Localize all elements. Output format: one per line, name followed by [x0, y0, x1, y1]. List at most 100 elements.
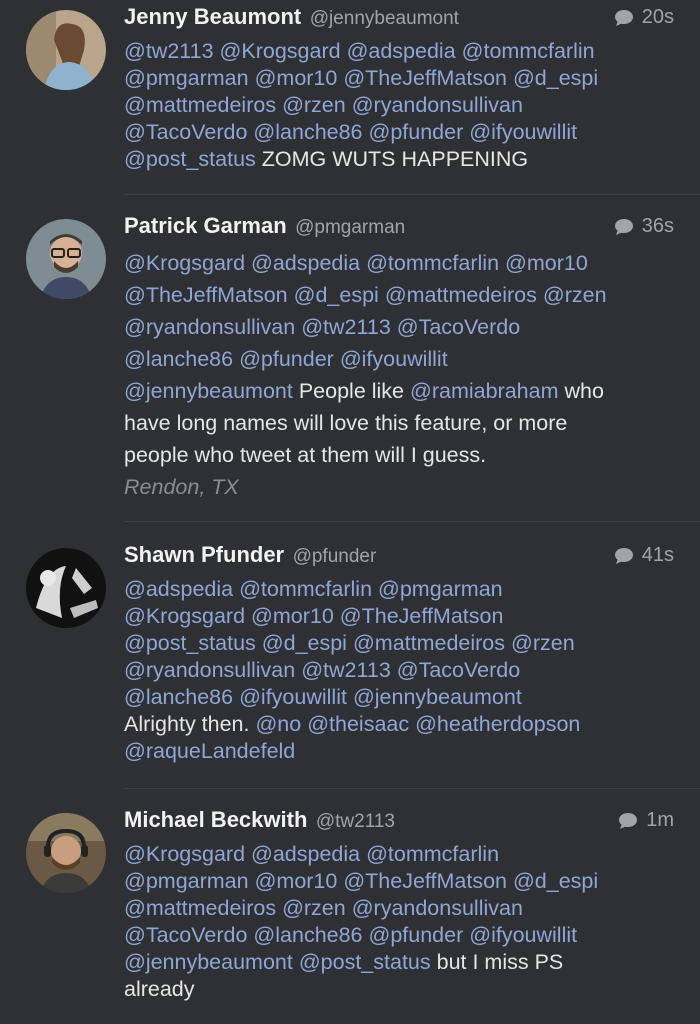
mention-link[interactable]: @adspedia: [347, 39, 456, 63]
mention-link[interactable]: @pmgarman: [124, 869, 249, 893]
mention-link[interactable]: @pmgarman: [124, 66, 249, 90]
tweet-meta: 41s: [614, 544, 674, 567]
mention-link[interactable]: @ryandonsullivan: [124, 658, 295, 682]
speech-bubble-icon: [619, 812, 638, 829]
mention-link[interactable]: @TheJeffMatson: [343, 66, 507, 90]
author-handle[interactable]: @pmgarman: [295, 217, 405, 238]
tweet[interactable]: Shawn Pfunder @pfunder 41s @adspedia @to…: [0, 522, 700, 788]
mention-link[interactable]: @ryandonsullivan: [352, 93, 523, 117]
mention-link[interactable]: @pfunder: [369, 923, 464, 947]
mention-link[interactable]: @mor10: [505, 251, 588, 275]
avatar[interactable]: [26, 219, 106, 299]
speech-bubble-icon: [614, 218, 633, 235]
mention-link[interactable]: @lanche86: [253, 120, 362, 144]
mention-link[interactable]: @lanche86: [253, 923, 362, 947]
author-handle[interactable]: @pfunder: [293, 546, 377, 567]
author-name[interactable]: Jenny Beaumont: [124, 4, 301, 29]
mention-link[interactable]: @tommcfarlin: [462, 39, 595, 63]
mention-link[interactable]: @post_status: [124, 147, 256, 171]
mention-link[interactable]: @heatherdopson: [415, 712, 580, 736]
tweet-body: @Krogsgard @adspedia @tommcfarlin @mor10…: [124, 247, 674, 471]
mention-link[interactable]: @mor10: [251, 604, 334, 628]
mention-link[interactable]: @pfunder: [369, 120, 464, 144]
tweet[interactable]: Jenny Beaumont @jennybeaumont 20s @tw211…: [0, 0, 700, 194]
mention-link[interactable]: @no: [255, 712, 301, 736]
mention-link[interactable]: @adspedia: [124, 577, 233, 601]
tweet-line: @jennybeaumont People like @ramiabraham …: [124, 375, 674, 407]
mention-link[interactable]: @TacoVerdo: [124, 923, 247, 947]
mention-link[interactable]: @rzen: [282, 896, 346, 920]
author-name[interactable]: Michael Beckwith: [124, 807, 307, 832]
author-handle[interactable]: @tw2113: [316, 811, 395, 832]
avatar[interactable]: [26, 10, 106, 90]
mention-link[interactable]: @Krogsgard: [124, 842, 245, 866]
mention-link[interactable]: @TacoVerdo: [124, 120, 247, 144]
mention-link[interactable]: @tommcfarlin: [366, 842, 499, 866]
tweet-line: have long names will love this feature, …: [124, 407, 674, 439]
mention-link[interactable]: @ryandonsullivan: [124, 315, 295, 339]
mention-link[interactable]: @TheJeffMatson: [343, 869, 507, 893]
mention-link[interactable]: @TacoVerdo: [397, 658, 520, 682]
mention-link[interactable]: @Krogsgard: [124, 251, 245, 275]
tweet-time: 20s: [641, 6, 674, 28]
mention-link[interactable]: @post_status: [124, 631, 256, 655]
mention-link[interactable]: @ifyouwillit: [469, 120, 577, 144]
mention-link[interactable]: @pfunder: [239, 347, 334, 371]
tweet-header: Jenny Beaumont @jennybeaumont 20s: [124, 4, 674, 38]
mention-link[interactable]: @Krogsgard: [124, 604, 245, 628]
mention-link[interactable]: @adspedia: [251, 251, 360, 275]
mention-link[interactable]: @adspedia: [251, 842, 360, 866]
tweet-line: @TacoVerdo @lanche86 @pfunder @ifyouwill…: [124, 922, 674, 949]
mention-link[interactable]: @lanche86: [124, 685, 233, 709]
mention-link[interactable]: @theisaac: [307, 712, 409, 736]
mention-link[interactable]: @d_espi: [513, 869, 598, 893]
mention-link[interactable]: @ifyouwillit: [469, 923, 577, 947]
tweet-line: @Krogsgard @mor10 @TheJeffMatson: [124, 603, 674, 630]
mention-link[interactable]: @pmgarman: [378, 577, 503, 601]
tweet-location[interactable]: Rendon, TX: [124, 471, 674, 503]
mention-link[interactable]: @jennybeaumont: [353, 685, 522, 709]
mention-link[interactable]: @raqueLandefeld: [124, 739, 295, 763]
mention-link[interactable]: @ifyouwillit: [340, 347, 448, 371]
mention-link[interactable]: @mor10: [255, 869, 338, 893]
mention-link[interactable]: @ryandonsullivan: [352, 896, 523, 920]
tweet-meta: 36s: [614, 215, 674, 238]
mention-link[interactable]: @lanche86: [124, 347, 233, 371]
mention-link[interactable]: @d_espi: [262, 631, 347, 655]
mention-link[interactable]: @d_espi: [513, 66, 598, 90]
mention-link[interactable]: @TheJeffMatson: [124, 283, 288, 307]
mention-link[interactable]: @jennybeaumont: [124, 950, 293, 974]
mention-link[interactable]: @tw2113: [301, 658, 391, 682]
tweet-header: Michael Beckwith @tw2113 1m: [124, 807, 674, 841]
mention-link[interactable]: @mattmedeiros: [124, 896, 276, 920]
mention-link[interactable]: @tommcfarlin: [239, 577, 372, 601]
mention-link[interactable]: @TacoVerdo: [397, 315, 520, 339]
tweet-text: have long names will love this feature, …: [124, 411, 568, 435]
tweet-text: who: [558, 379, 604, 403]
avatar[interactable]: [26, 813, 106, 893]
mention-link[interactable]: @rzen: [543, 283, 607, 307]
mention-link[interactable]: @mattmedeiros: [124, 93, 276, 117]
mention-link[interactable]: @rzen: [282, 93, 346, 117]
mention-link[interactable]: @jennybeaumont: [124, 379, 293, 403]
mention-link[interactable]: @ramiabraham: [410, 379, 558, 403]
tweet[interactable]: Michael Beckwith @tw2113 1m @Krogsgard @…: [0, 789, 700, 1024]
tweet-line: @raqueLandefeld: [124, 738, 674, 765]
mention-link[interactable]: @TheJeffMatson: [340, 604, 504, 628]
mention-link[interactable]: @mattmedeiros: [353, 631, 505, 655]
mention-link[interactable]: @tw2113: [124, 39, 214, 63]
author-handle[interactable]: @jennybeaumont: [310, 8, 459, 29]
mention-link[interactable]: @d_espi: [294, 283, 379, 307]
author-name[interactable]: Patrick Garman: [124, 213, 287, 238]
mention-link[interactable]: @tw2113: [301, 315, 391, 339]
tweet[interactable]: Patrick Garman @pmgarman 36s @Krogsgard …: [0, 195, 700, 521]
mention-link[interactable]: @mor10: [255, 66, 338, 90]
avatar[interactable]: [26, 548, 106, 628]
mention-link[interactable]: @tommcfarlin: [366, 251, 499, 275]
mention-link[interactable]: @mattmedeiros: [385, 283, 537, 307]
mention-link[interactable]: @ifyouwillit: [239, 685, 347, 709]
mention-link[interactable]: @post_status: [299, 950, 431, 974]
mention-link[interactable]: @rzen: [511, 631, 575, 655]
mention-link[interactable]: @Krogsgard: [220, 39, 341, 63]
author-name[interactable]: Shawn Pfunder: [124, 542, 284, 567]
